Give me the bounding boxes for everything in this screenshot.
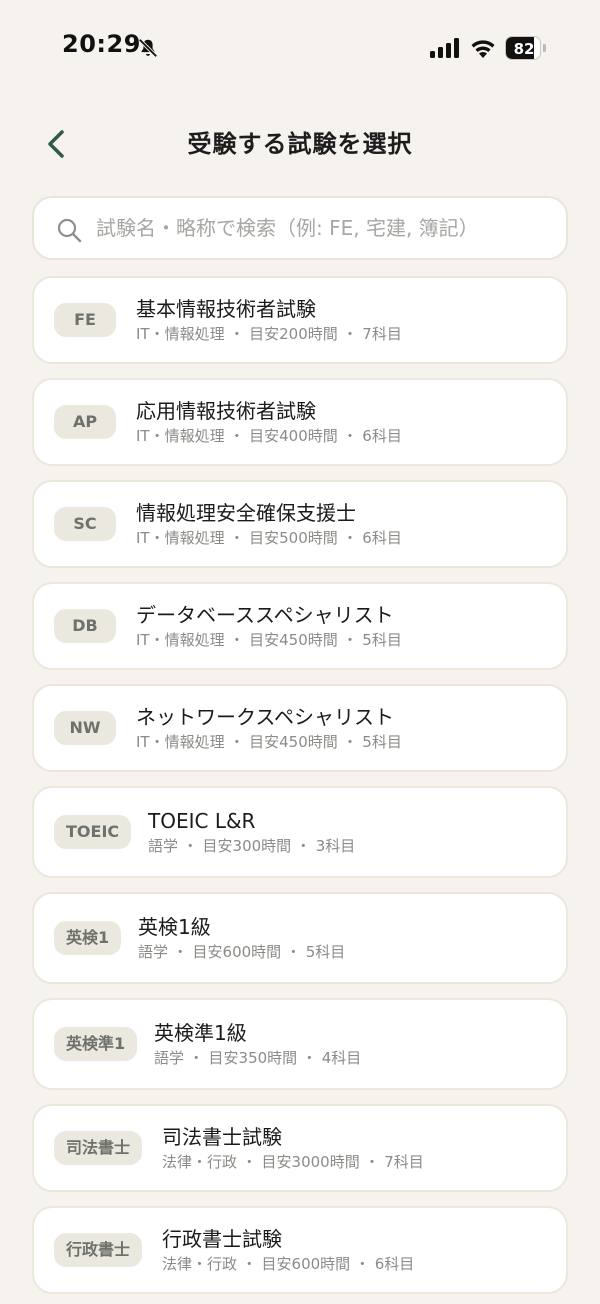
exam-meta: IT・情報処理 ・ 目安450時間 ・ 5科目 [136,733,402,751]
header: 受験する試験を選択 [0,110,600,180]
search-input[interactable] [96,198,556,258]
exam-card[interactable]: AP 応用情報技術者試験 IT・情報処理 ・ 目安400時間 ・ 6科目 [32,378,568,466]
exam-name: 英検準1級 [154,1021,247,1045]
page-title: 受験する試験を選択 [187,130,413,158]
exam-meta: 語学 ・ 目安300時間 ・ 3科目 [148,837,356,855]
wifi-icon [471,40,495,58]
exam-name: 司法書士試験 [162,1125,282,1149]
exam-text: TOEIC L&R 語学 ・ 目安300時間 ・ 3科目 [148,808,355,856]
exam-name: 英検1級 [138,915,211,939]
exam-text: 応用情報技術者試験 IT・情報処理 ・ 目安400時間 ・ 6科目 [136,398,402,446]
battery-level: 82 [513,40,535,58]
exam-badge: NW [54,711,116,745]
signal-icon [430,38,459,58]
exam-badge: DB [54,609,116,643]
exam-text: 情報処理安全確保支援士 IT・情報処理 ・ 目安500時間 ・ 6科目 [136,500,402,548]
exam-card[interactable]: DB データベーススペシャリスト IT・情報処理 ・ 目安450時間 ・ 5科目 [32,582,568,670]
exam-meta: 法律・行政 ・ 目安3000時間 ・ 7科目 [162,1153,424,1171]
exam-badge: FE [54,303,116,337]
bell-slash-icon [138,38,158,58]
exam-badge: TOEIC [54,815,132,849]
exam-name: TOEIC L&R [148,809,256,833]
back-button[interactable] [40,124,76,164]
battery-body: 82 [505,36,541,60]
exam-meta: 法律・行政 ・ 目安600時間 ・ 6科目 [162,1255,415,1273]
exam-text: 行政書士試験法律・行政 ・ 目安600時間 ・ 6科目 [162,1226,414,1274]
exam-meta: 語学 ・ 目安350時間 ・ 4科目 [154,1049,362,1067]
exam-badge: AP [54,405,116,439]
exam-card[interactable]: 英検準1 英検準1級語学 ・ 目安350時間 ・ 4科目 [32,998,568,1090]
exam-text: データベーススペシャリスト IT・情報処理 ・ 目安450時間 ・ 5科目 [136,602,402,650]
exam-meta: IT・情報処理 ・ 目安450時間 ・ 5科目 [136,631,402,649]
exam-name: 応用情報技術者試験 [136,399,316,423]
status-bar: 20:29 82 [0,0,600,96]
exam-text: 英検1級語学 ・ 目安600時間 ・ 5科目 [138,914,345,962]
exam-card[interactable]: NW ネットワークスペシャリスト IT・情報処理 ・ 目安450時間 ・ 5科目 [32,684,568,772]
battery-tip [543,44,546,52]
exam-card[interactable]: 行政書士 行政書士試験法律・行政 ・ 目安600時間 ・ 6科目 [32,1206,568,1294]
exam-name: データベーススペシャリスト [136,603,394,627]
exam-card[interactable]: TOEIC TOEIC L&R 語学 ・ 目安300時間 ・ 3科目 [32,786,568,878]
exam-card[interactable]: FE 基本情報技術者試験 IT・情報処理 ・ 目安200時間 ・ 7科目 [32,276,568,364]
exam-meta: IT・情報処理 ・ 目安400時間 ・ 6科目 [136,427,402,445]
exam-text: 基本情報技術者試験 IT・情報処理 ・ 目安200時間 ・ 7科目 [136,296,402,344]
exam-card[interactable]: 英検1 英検1級語学 ・ 目安600時間 ・ 5科目 [32,892,568,984]
battery-icon: 82 [505,36,547,60]
exam-card[interactable]: SC 情報処理安全確保支援士 IT・情報処理 ・ 目安500時間 ・ 6科目 [32,480,568,568]
exam-meta: IT・情報処理 ・ 目安500時間 ・ 6科目 [136,529,402,547]
exam-text: 英検準1級語学 ・ 目安350時間 ・ 4科目 [154,1020,361,1068]
exam-badge: 行政書士 [54,1233,143,1267]
exam-name: 情報処理安全確保支援士 [136,501,356,525]
exam-meta: IT・情報処理 ・ 目安200時間 ・ 7科目 [136,325,402,343]
exam-badge: 英検1 [54,921,122,955]
status-time: 20:29 [62,30,141,58]
exam-badge: 司法書士 [54,1131,143,1165]
exam-badge: SC [54,507,116,541]
exam-text: 司法書士試験法律・行政 ・ 目安3000時間 ・ 7科目 [162,1124,424,1172]
exam-text: ネットワークスペシャリスト IT・情報処理 ・ 目安450時間 ・ 5科目 [136,704,402,752]
exam-card[interactable]: 司法書士 司法書士試験法律・行政 ・ 目安3000時間 ・ 7科目 [32,1104,568,1192]
exam-name: 行政書士試験 [162,1227,282,1251]
search-box[interactable] [32,196,568,260]
exam-name: ネットワークスペシャリスト [136,705,394,729]
exam-meta: 語学 ・ 目安600時間 ・ 5科目 [138,943,346,961]
exam-badge: 英検準1 [54,1027,138,1061]
exam-name: 基本情報技術者試験 [136,297,316,321]
search-icon [57,218,82,243]
